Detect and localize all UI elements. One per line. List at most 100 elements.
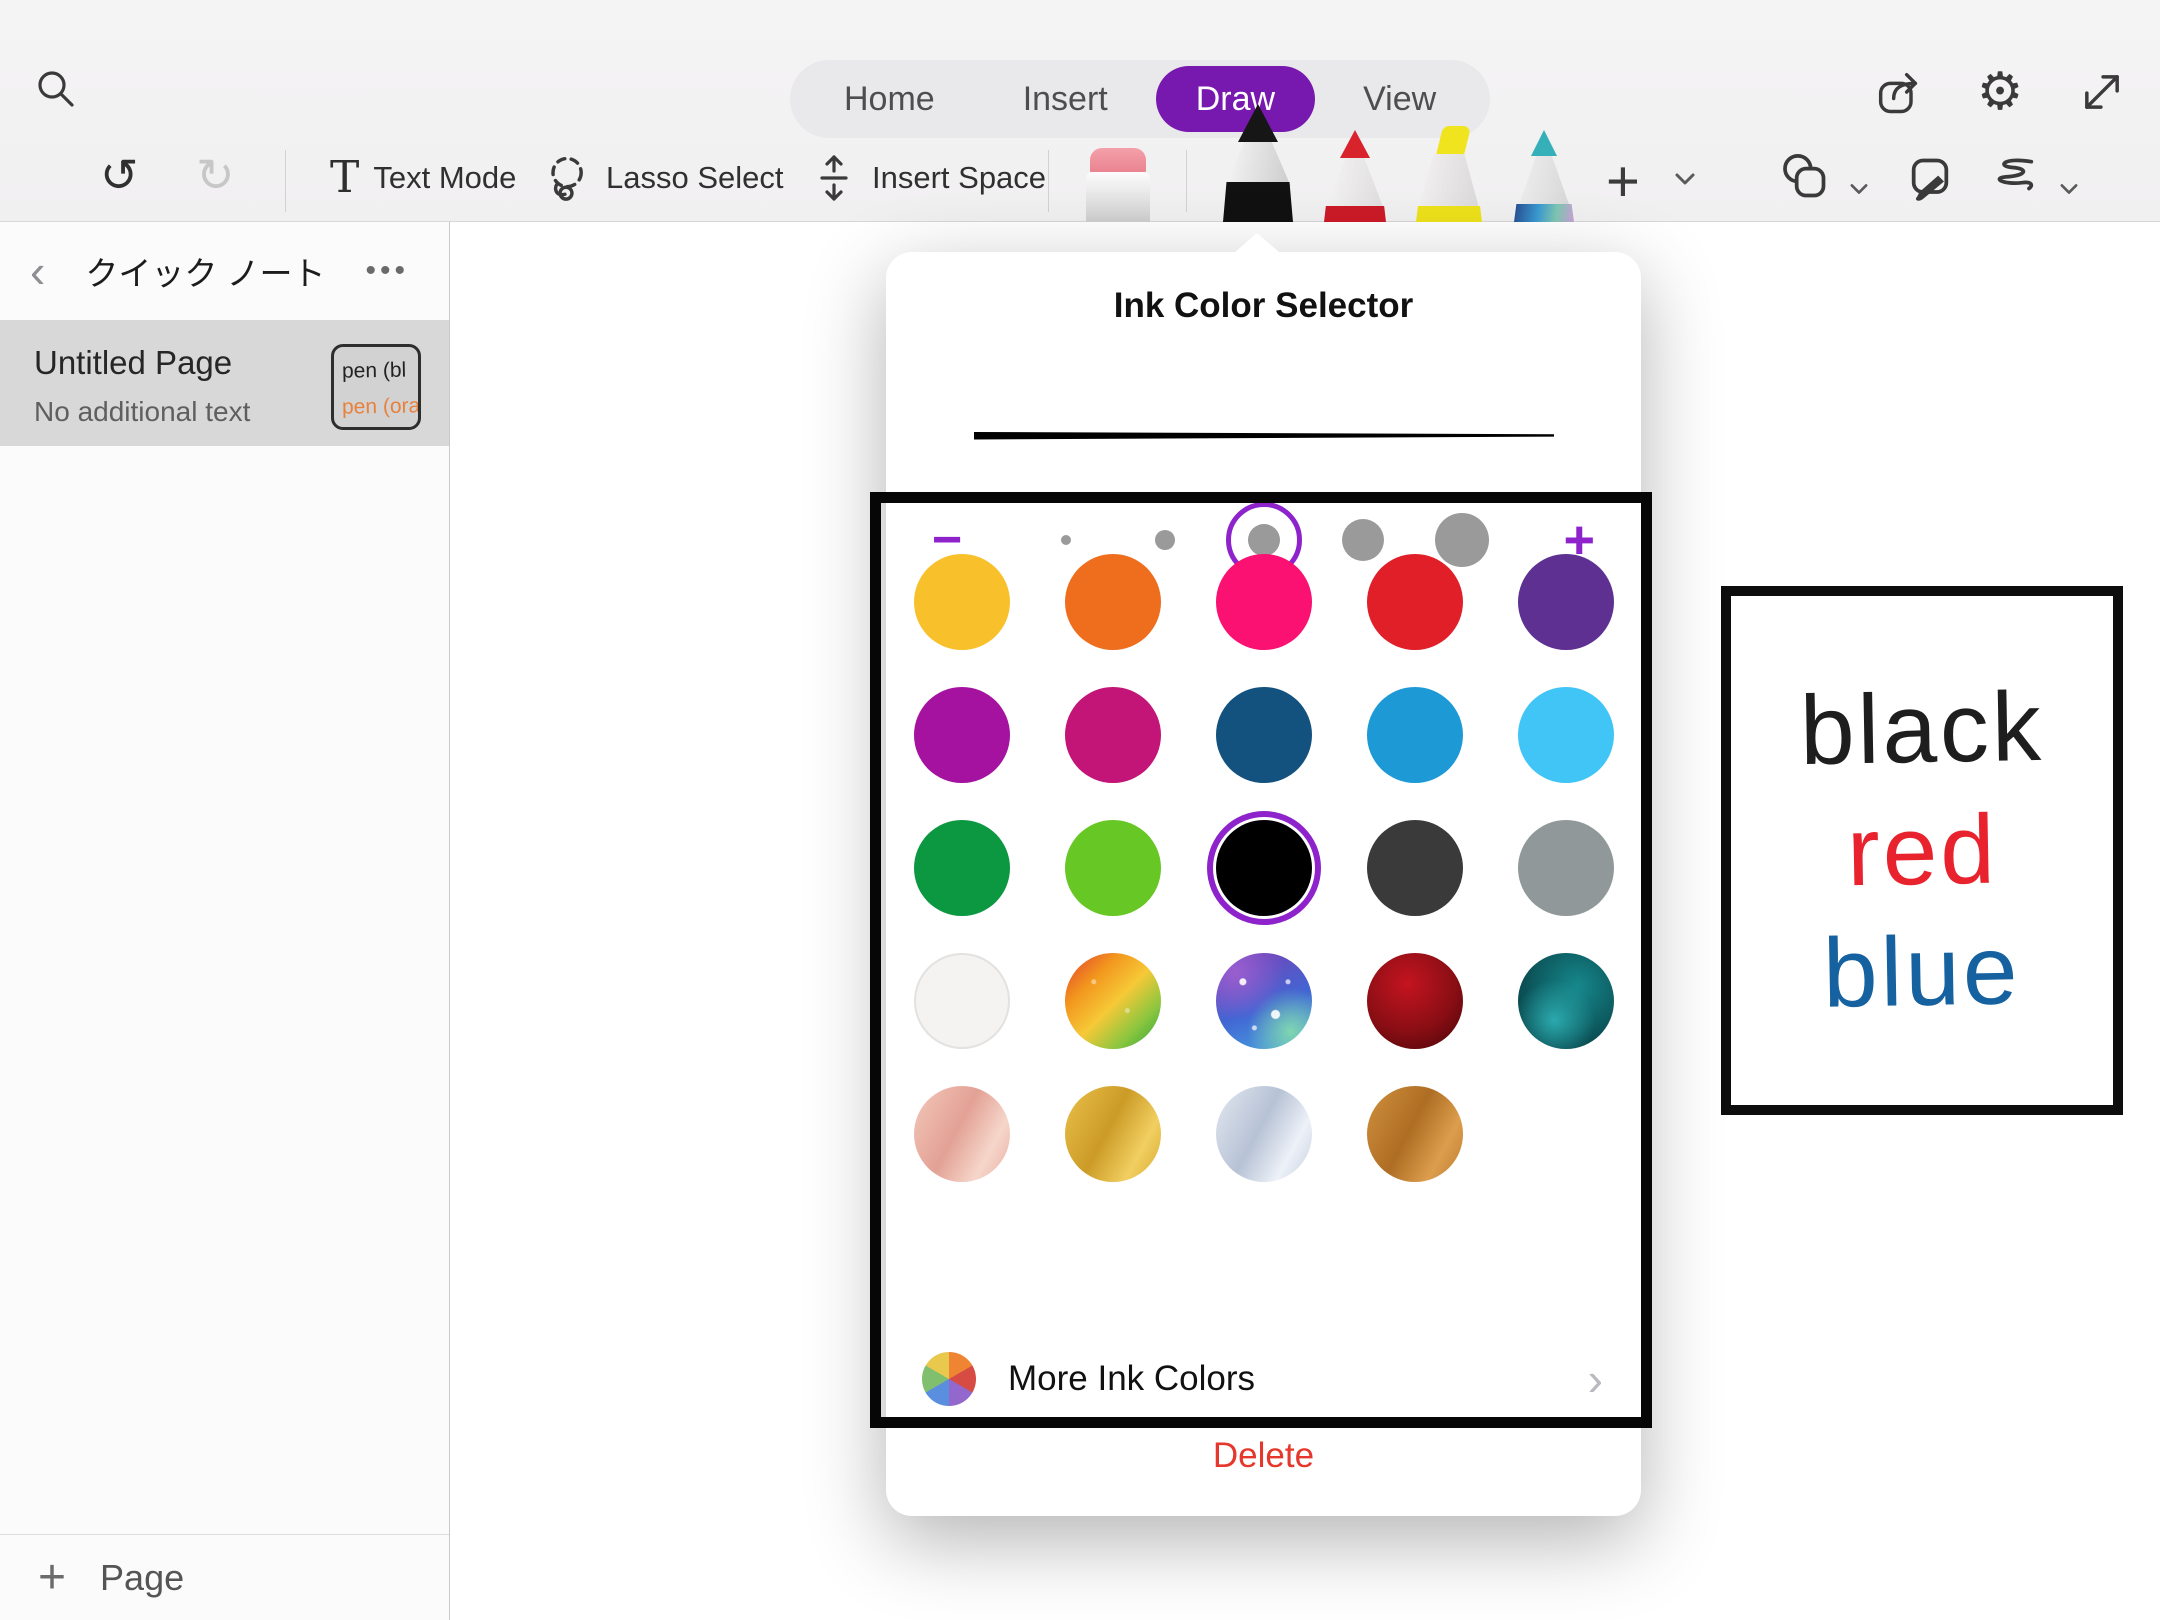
search-icon[interactable]: [28, 62, 84, 118]
ink-color-lime-green[interactable]: [1065, 820, 1161, 916]
add-page-button[interactable]: + Page: [0, 1534, 449, 1620]
pen-red-icon: [1340, 130, 1370, 158]
ink-color-sky-blue[interactable]: [1518, 687, 1614, 783]
tab-view[interactable]: View: [1323, 66, 1476, 132]
page-list-sidebar: ‹ クイック ノート ••• Untitled Page No addition…: [0, 222, 450, 1620]
ink-color-bronze-glitter[interactable]: [1367, 1086, 1463, 1182]
shapes-icon: [1778, 150, 1834, 206]
add-pen-button[interactable]: +: [1606, 148, 1640, 215]
settings-gear-icon[interactable]: ⚙: [1972, 64, 2028, 120]
eraser-tool[interactable]: [1086, 148, 1150, 222]
redo-button[interactable]: ↻: [196, 152, 235, 198]
ink-color-rose-gold[interactable]: [914, 1086, 1010, 1182]
highlighter-yellow[interactable]: [1414, 126, 1484, 222]
popup-title: Ink Color Selector: [886, 286, 1641, 326]
ink-color-gold-glitter[interactable]: [1065, 1086, 1161, 1182]
ink-color-pink[interactable]: [1216, 554, 1312, 650]
ink-color-gray[interactable]: [1518, 820, 1614, 916]
pencil-teal-icon: [1531, 130, 1557, 156]
add-page-label: Page: [100, 1557, 184, 1599]
lasso-select-label: Lasso Select: [606, 160, 784, 196]
ink-color-purple[interactable]: [1518, 554, 1614, 650]
ink-color-red[interactable]: [1367, 554, 1463, 650]
ink-color-gold[interactable]: [914, 554, 1010, 650]
top-right-actions: ⚙: [1870, 64, 2130, 120]
tab-insert[interactable]: Insert: [983, 66, 1148, 132]
page-subtitle: No additional text: [34, 396, 250, 428]
handwritten-word-red: red: [1846, 790, 1999, 910]
ink-color-navy-blue[interactable]: [1216, 687, 1312, 783]
text-mode-label: Text Mode: [373, 160, 516, 196]
ink-replay-squiggle-icon: [1986, 150, 2044, 206]
draw-toolbar: ↺ ↻ T Text Mode Lasso Select Insert Spac…: [0, 138, 2160, 222]
page-list-item-selected[interactable]: Untitled Page No additional text pen (bl…: [0, 320, 449, 446]
ink-color-orange[interactable]: [1065, 554, 1161, 650]
ink-color-magenta[interactable]: [914, 687, 1010, 783]
sidebar-header: ‹ クイック ノート •••: [0, 222, 449, 320]
page-annotate-icon: [1902, 150, 1958, 206]
handwritten-word-black: black: [1799, 668, 2045, 790]
notebook-title: クイック ノート: [45, 247, 365, 295]
ink-color-selector-popup: Ink Color Selector − + More Ink Colors ›…: [886, 252, 1641, 1516]
color-wheel-icon: [922, 1352, 976, 1406]
more-ink-colors-label: More Ink Colors: [1008, 1359, 1255, 1399]
insert-space-icon: [810, 152, 858, 204]
ribbon: HomeInsertDrawView ⚙ ↺ ↻ T Text Mode Las…: [0, 0, 2160, 222]
ink-color-black[interactable]: [1216, 820, 1312, 916]
ink-color-red-marble[interactable]: [1367, 953, 1463, 1049]
toolbar-divider: [1186, 150, 1187, 212]
more-ink-colors-row[interactable]: More Ink Colors ›: [886, 1340, 1641, 1418]
plus-icon: +: [38, 1550, 66, 1605]
toolbar-divider: [1048, 150, 1049, 212]
pen-black-icon: [1238, 104, 1278, 142]
ink-color-raspberry[interactable]: [1065, 687, 1161, 783]
handwritten-word-blue: blue: [1822, 912, 2021, 1033]
handwritten-words: blackredblue: [1800, 670, 2044, 1031]
delete-pen-button[interactable]: Delete: [886, 1436, 1641, 1476]
ink-color-grid: [886, 535, 1641, 1200]
ink-replay-button[interactable]: [1986, 150, 2084, 206]
lasso-select-button[interactable]: Lasso Select: [540, 152, 784, 204]
chevron-right-icon: ›: [1588, 1356, 1603, 1402]
shapes-button[interactable]: [1778, 150, 1874, 206]
share-icon[interactable]: [1870, 64, 1926, 120]
page-title: Untitled Page: [34, 344, 232, 382]
pen-menu-chevron-down-icon[interactable]: [1672, 170, 1698, 188]
handwritten-ink-frame: blackredblue: [1721, 586, 2123, 1115]
thumbnail-ink-preview: pen (blpen (ora: [342, 353, 418, 424]
insert-space-label: Insert Space: [872, 160, 1046, 196]
toolbar-divider: [285, 150, 286, 212]
shapes-chevron-down-icon: [1848, 169, 1874, 187]
pen-black[interactable]: [1220, 104, 1296, 222]
stroke-width-preview: [974, 428, 1554, 444]
ink-color-rainbow-glitter[interactable]: [1065, 953, 1161, 1049]
popup-caret: [1234, 233, 1280, 253]
page-annotate-button[interactable]: [1902, 150, 1958, 206]
insert-space-button[interactable]: Insert Space: [810, 152, 1046, 204]
divider: [886, 1418, 1641, 1419]
ink-color-dark-gray[interactable]: [1367, 820, 1463, 916]
ink-color-green[interactable]: [914, 820, 1010, 916]
ink-color-blue[interactable]: [1367, 687, 1463, 783]
text-mode-icon: T: [330, 152, 359, 203]
redo-icon: ↻: [196, 152, 235, 198]
page-thumbnail: pen (blpen (ora: [331, 344, 421, 430]
ink-color-silver-glitter[interactable]: [1216, 1086, 1312, 1182]
pencil-teal[interactable]: [1512, 130, 1576, 222]
ink-color-teal-marble[interactable]: [1518, 953, 1614, 1049]
more-options-ellipsis-icon[interactable]: •••: [365, 254, 409, 288]
back-chevron-icon[interactable]: ‹: [30, 248, 45, 294]
thumbnail-ink-line: pen (bl: [342, 352, 419, 389]
ink-replay-chevron-down-icon: [2058, 169, 2084, 187]
tab-bar: HomeInsertDrawView: [790, 60, 1490, 138]
fullscreen-expand-icon[interactable]: [2074, 64, 2130, 120]
undo-button[interactable]: ↺: [100, 152, 139, 198]
thumbnail-ink-line: pen (ora: [342, 388, 419, 425]
undo-icon: ↺: [100, 152, 139, 198]
text-mode-button[interactable]: T Text Mode: [330, 152, 516, 203]
pen-red[interactable]: [1322, 130, 1388, 222]
ink-color-white[interactable]: [914, 953, 1010, 1049]
lasso-select-icon: [540, 152, 592, 204]
tab-home[interactable]: Home: [804, 66, 975, 132]
ink-color-galaxy[interactable]: [1216, 953, 1312, 1049]
